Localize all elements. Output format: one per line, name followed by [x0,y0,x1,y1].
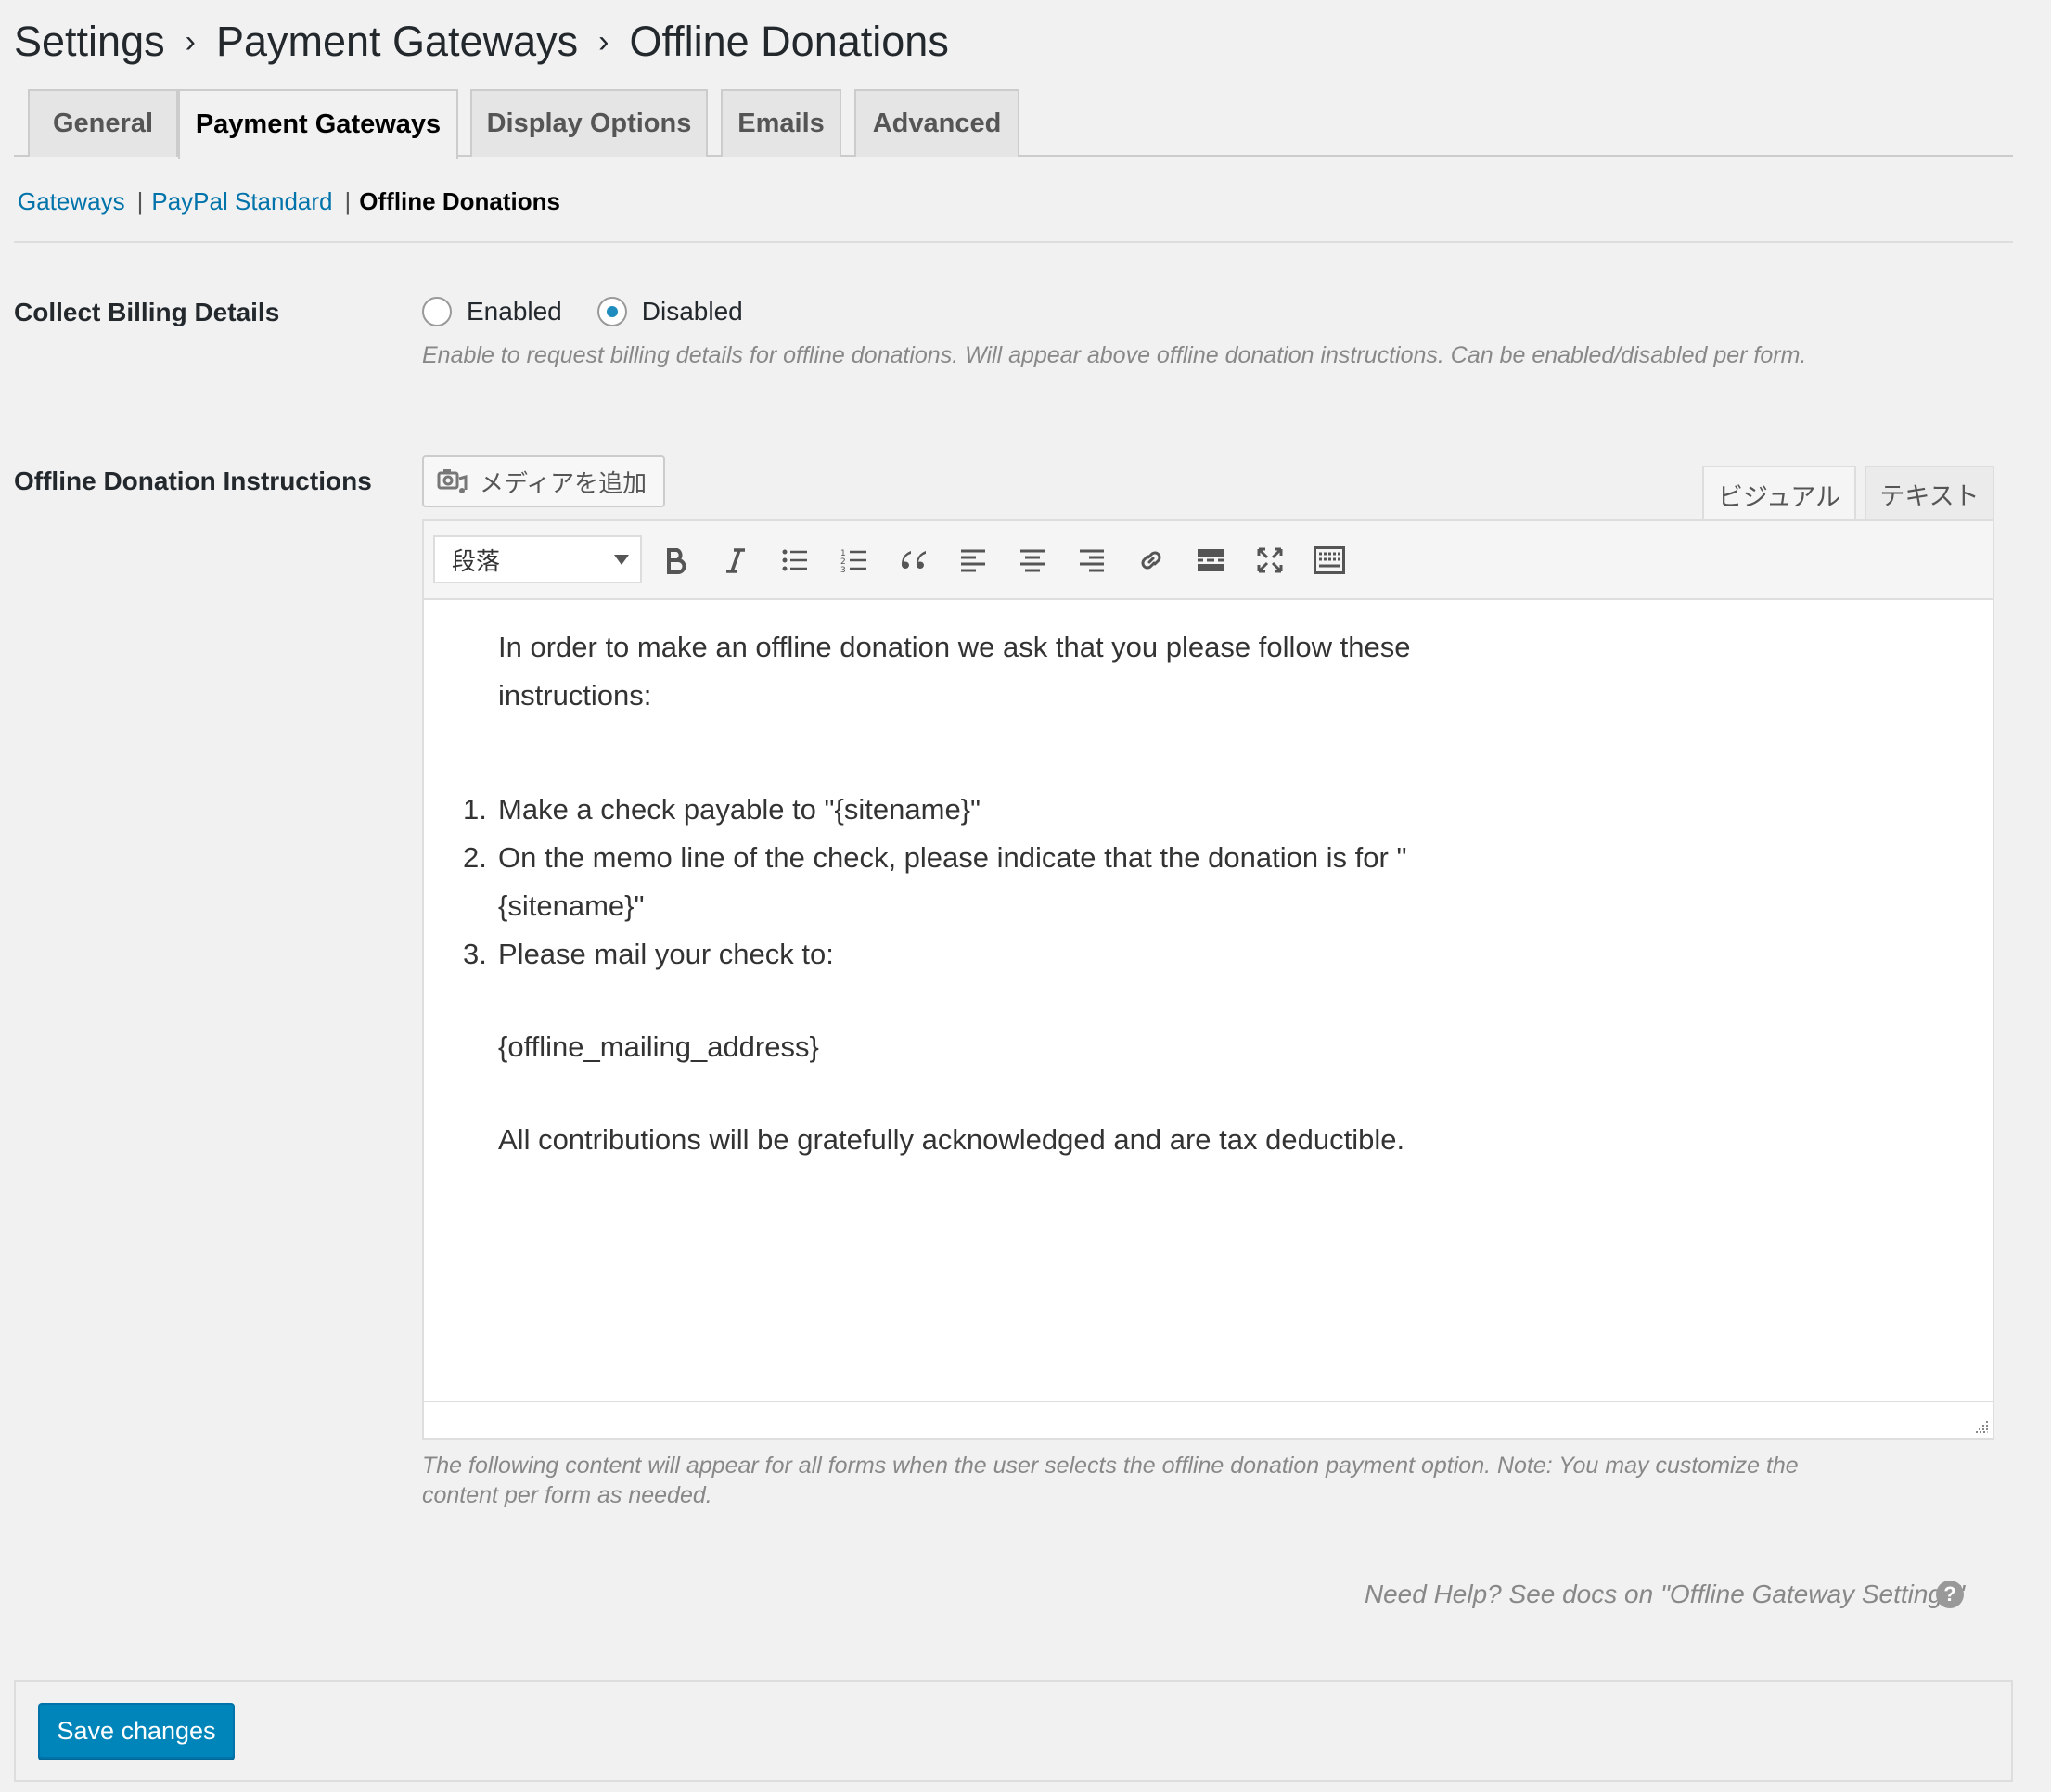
toolbar-toggle-icon[interactable] [1309,540,1350,581]
disabled-radio[interactable] [596,297,627,326]
instructions-description-line2: content per form as needed. [422,1482,712,1508]
disabled-radio-label[interactable]: Disabled [642,297,743,326]
align-left-icon[interactable] [953,540,993,581]
list-number: 3. [463,938,487,970]
sublink-paypal-standard[interactable]: PayPal Standard [151,187,332,216]
italic-icon[interactable] [715,540,756,581]
align-center-icon[interactable] [1012,540,1053,581]
mailing-address-placeholder: {offline_mailing_address} [498,1030,819,1063]
help-icon[interactable]: ? [1936,1581,1964,1608]
read-more-icon[interactable] [1190,540,1231,581]
divider [14,241,2013,243]
billing-details-label: Collect Billing Details [14,298,280,326]
bold-icon[interactable] [656,540,697,581]
breadcrumb-separator: › [598,23,609,59]
list-item-text: Make a check payable to "{sitename}" [498,793,981,826]
intro-line: In order to make an offline donation we … [498,631,1411,663]
tab-visual[interactable]: ビジュアル [1702,466,1856,521]
enabled-radio-label[interactable]: Enabled [467,297,562,326]
chevron-down-icon [614,555,629,565]
list-item-text: On the memo line of the check, please in… [498,841,1407,874]
instructions-label: Offline Donation Instructions [14,467,372,495]
intro-paragraph: In order to make an offline donation we … [498,623,1426,720]
rich-text-editor[interactable]: 段落 123 In order to make an offline donat… [422,519,1994,1440]
list-number: 2. [463,841,487,874]
intro-line: instructions: [498,679,652,711]
link-icon[interactable] [1131,540,1172,581]
bullet-list-icon[interactable] [775,540,815,581]
breadcrumb-separator: › [185,23,196,59]
breadcrumb-settings: Settings [14,18,165,65]
list-item: 2. On the memo line of the check, please… [463,834,1472,930]
settings-tabs: General Payment Gateways Display Options… [14,89,2013,159]
format-select[interactable]: 段落 [433,535,642,583]
page-title: Settings › Payment Gateways › Offline Do… [14,9,949,74]
instructions-description-line1: The following content will appear for al… [422,1453,1799,1478]
add-media-button[interactable]: メディアを追加 [422,455,665,507]
add-media-label: メディアを追加 [480,468,647,497]
format-select-value: 段落 [452,546,501,575]
tab-general[interactable]: General [28,89,178,157]
sublink-divider: | [136,187,144,215]
list-item-text: Please mail your check to: [498,938,834,970]
sublink-gateways[interactable]: Gateways [18,187,125,216]
sublink-offline-donations: Offline Donations [359,187,560,215]
editor-content[interactable]: In order to make an offline donation we … [424,600,1993,1379]
footer-bar [14,1680,2013,1782]
help-link[interactable]: Need Help? See docs on "Offline Gateway … [1365,1580,1965,1609]
breadcrumb-offline-donations: Offline Donations [629,18,949,65]
tab-payment-gateways[interactable]: Payment Gateways [178,89,458,159]
camera-music-icon [437,469,468,493]
tab-emails[interactable]: Emails [721,89,841,157]
list-item: 1. Make a check payable to "{sitename}" [463,786,1472,834]
enabled-radio[interactable] [422,297,452,326]
tab-advanced[interactable]: Advanced [854,89,1019,157]
numbered-list-icon[interactable]: 123 [834,540,875,581]
breadcrumb-payment-gateways: Payment Gateways [215,18,579,65]
fullscreen-icon[interactable] [1250,540,1290,581]
tab-display-options[interactable]: Display Options [470,89,708,157]
blockquote-icon[interactable] [893,540,934,581]
list-number: 1. [463,793,487,826]
closing-text: All contributions will be gratefully ack… [498,1123,1405,1156]
editor-statusbar [424,1401,1993,1438]
resize-handle-icon[interactable] [1970,1415,1989,1434]
billing-radio-group: Enabled Disabled [422,297,778,326]
editor-toolbar: 段落 123 [424,521,1993,600]
sublink-divider: | [344,187,352,215]
list-item-text: {sitename}" [498,890,645,922]
billing-description: Enable to request billing details for of… [422,342,1807,368]
align-right-icon[interactable] [1071,540,1112,581]
svg-text:3: 3 [840,566,846,573]
tab-text[interactable]: テキスト [1865,466,1994,519]
save-changes-button[interactable]: Save changes [38,1703,235,1759]
gateway-sublinks: Gateways | PayPal Standard | Offline Don… [18,187,560,216]
list-item: 3. Please mail your check to: {offline_m… [463,930,1472,1164]
instructions-list: 1. Make a check payable to "{sitename}" … [463,786,1472,1164]
